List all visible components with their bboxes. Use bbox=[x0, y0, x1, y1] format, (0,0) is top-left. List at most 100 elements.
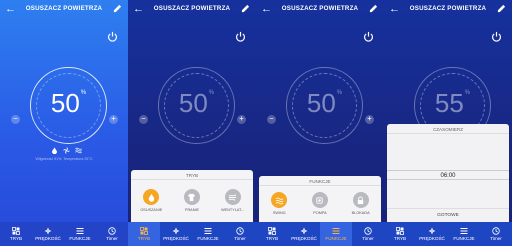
nav-tryb[interactable]: TRYB bbox=[384, 222, 416, 246]
ventilation-icon bbox=[224, 189, 241, 205]
humidity-number: 50 bbox=[178, 88, 208, 118]
screen-main: ← OSUSZACZ POWIETRZA 50% − + Wilgotność … bbox=[0, 0, 128, 246]
edit-icon[interactable] bbox=[497, 4, 506, 13]
nav-label: Timer bbox=[490, 236, 502, 241]
function-option-pompa[interactable]: POMPA bbox=[305, 192, 335, 215]
function-option-blokada[interactable]: BLOKADA bbox=[346, 192, 376, 215]
option-label: OSUSZANIE bbox=[140, 208, 163, 212]
power-icon[interactable] bbox=[491, 31, 502, 42]
nav-funkcje[interactable]: FUNKCJE bbox=[64, 222, 96, 246]
lock-icon bbox=[352, 192, 369, 208]
time-row[interactable] bbox=[387, 180, 509, 190]
nav-predkosc[interactable]: PRĘDKOŚĆ bbox=[32, 222, 64, 246]
time-row[interactable] bbox=[387, 150, 509, 160]
increase-button[interactable]: + bbox=[237, 115, 246, 124]
back-arrow-icon[interactable]: ← bbox=[133, 4, 144, 15]
clock-icon bbox=[364, 227, 372, 235]
nav-predkosc[interactable]: PRĘDKOŚĆ bbox=[160, 222, 192, 246]
nav-timer[interactable]: Timer bbox=[224, 222, 256, 246]
nav-timer[interactable]: Timer bbox=[352, 222, 384, 246]
nav-label: PRĘDKOŚĆ bbox=[35, 236, 61, 241]
time-picker[interactable]: 06:00 bbox=[387, 134, 509, 200]
nav-funkcje[interactable]: FUNKCJE bbox=[320, 222, 352, 246]
nav-funkcje[interactable]: FUNKCJE bbox=[192, 222, 224, 246]
mode-icon bbox=[12, 227, 20, 235]
time-row[interactable] bbox=[387, 160, 509, 170]
edit-icon[interactable] bbox=[113, 4, 122, 13]
edit-icon[interactable] bbox=[241, 4, 250, 13]
nav-label: TRYB bbox=[393, 236, 407, 241]
nav-label: TRYB bbox=[265, 236, 279, 241]
nav-label: PRĘDKOŚĆ bbox=[419, 236, 445, 241]
nav-tryb[interactable]: TRYB bbox=[256, 222, 288, 246]
humidity-value: 50% bbox=[31, 88, 106, 119]
humidity-dial[interactable]: 50% bbox=[30, 67, 107, 144]
header: ← OSUSZACZ POWIETRZA bbox=[384, 0, 512, 20]
time-row[interactable] bbox=[387, 140, 509, 150]
nav-tryb[interactable]: TRYB bbox=[128, 222, 160, 246]
humidity-number: 55 bbox=[434, 88, 464, 118]
unit-label: % bbox=[208, 90, 215, 96]
option-label: WENTYLAT... bbox=[221, 208, 245, 212]
swing-icon bbox=[74, 147, 82, 154]
back-arrow-icon[interactable]: ← bbox=[389, 4, 400, 15]
humidity-dial[interactable]: 50% bbox=[158, 67, 235, 144]
humidity-value: 55% bbox=[415, 88, 490, 119]
mode-option-pranie[interactable]: PRANIE bbox=[177, 189, 207, 212]
time-row[interactable] bbox=[387, 190, 509, 200]
option-label: PRANIE bbox=[184, 208, 200, 212]
bottom-nav: TRYB PRĘDKOŚĆ FUNKCJE Timer bbox=[0, 222, 128, 246]
mode-option-wentylacja[interactable]: WENTYLAT... bbox=[218, 189, 248, 212]
mode-option-osuszanie[interactable]: OSUSZANIE bbox=[136, 189, 166, 212]
option-label: POMPA bbox=[313, 211, 327, 215]
unit-label: % bbox=[336, 90, 343, 96]
swing-icon bbox=[271, 192, 288, 208]
fan-speed-icon bbox=[44, 227, 52, 235]
time-row-selected[interactable]: 06:00 bbox=[387, 170, 509, 180]
nav-label: TRYB bbox=[137, 236, 151, 241]
screen-functions: ← OSUSZACZ POWIETRZA 50% − + FUNKCJE SWI… bbox=[256, 0, 384, 246]
sheet-title: FUNKCJE bbox=[259, 176, 381, 186]
menu-icon bbox=[76, 228, 84, 234]
nav-predkosc[interactable]: PRĘDKOŚĆ bbox=[416, 222, 448, 246]
decrease-button[interactable]: − bbox=[11, 115, 20, 124]
back-arrow-icon[interactable]: ← bbox=[5, 4, 16, 15]
increase-button[interactable]: + bbox=[365, 115, 374, 124]
page-title: OSUSZACZ POWIETRZA bbox=[281, 5, 359, 12]
power-icon[interactable] bbox=[363, 31, 374, 42]
edit-icon[interactable] bbox=[369, 4, 378, 13]
sheet-title: CZASOMIERZ bbox=[387, 124, 509, 134]
fan-icon bbox=[62, 147, 70, 154]
mode-icon bbox=[396, 227, 404, 235]
nav-funkcje[interactable]: FUNKCJE bbox=[448, 222, 480, 246]
nav-tryb[interactable]: TRYB bbox=[0, 222, 32, 246]
nav-label: FUNKCJE bbox=[197, 236, 219, 241]
humidity-number: 50 bbox=[50, 88, 80, 118]
increase-button[interactable]: + bbox=[109, 115, 118, 124]
function-option-swing[interactable]: SWING bbox=[264, 192, 294, 215]
nav-label: PRĘDKOŚĆ bbox=[163, 236, 189, 241]
done-button[interactable]: GOTOWE bbox=[387, 208, 509, 222]
nav-timer[interactable]: Timer bbox=[480, 222, 512, 246]
screen-mode: ← OSUSZACZ POWIETRZA 50% − + TRYB OSUSZA… bbox=[128, 0, 256, 246]
humidity-dial[interactable]: 50% bbox=[286, 67, 363, 144]
screen-timer: ← OSUSZACZ POWIETRZA 55% CZASOMIERZ 06:0… bbox=[384, 0, 512, 246]
nav-label: Timer bbox=[362, 236, 374, 241]
nav-timer[interactable]: Timer bbox=[96, 222, 128, 246]
fan-speed-icon bbox=[172, 227, 180, 235]
option-label: BLOKADA bbox=[351, 211, 370, 215]
menu-icon bbox=[332, 228, 340, 234]
menu-icon bbox=[460, 228, 468, 234]
decrease-button[interactable]: − bbox=[267, 115, 276, 124]
function-sheet: FUNKCJE SWING POMPA BLOKADA bbox=[259, 176, 381, 222]
nav-predkosc[interactable]: PRĘDKOŚĆ bbox=[288, 222, 320, 246]
power-icon[interactable] bbox=[235, 31, 246, 42]
bottom-nav: TRYB PRĘDKOŚĆ FUNKCJE Timer bbox=[384, 222, 512, 246]
clock-icon bbox=[492, 227, 500, 235]
timer-sheet: CZASOMIERZ 06:00 GOTOWE bbox=[387, 124, 509, 222]
decrease-button[interactable]: − bbox=[139, 115, 148, 124]
dehumidify-icon bbox=[143, 189, 160, 205]
back-arrow-icon[interactable]: ← bbox=[261, 4, 272, 15]
power-icon[interactable] bbox=[107, 31, 118, 42]
humidity-number: 50 bbox=[306, 88, 336, 118]
